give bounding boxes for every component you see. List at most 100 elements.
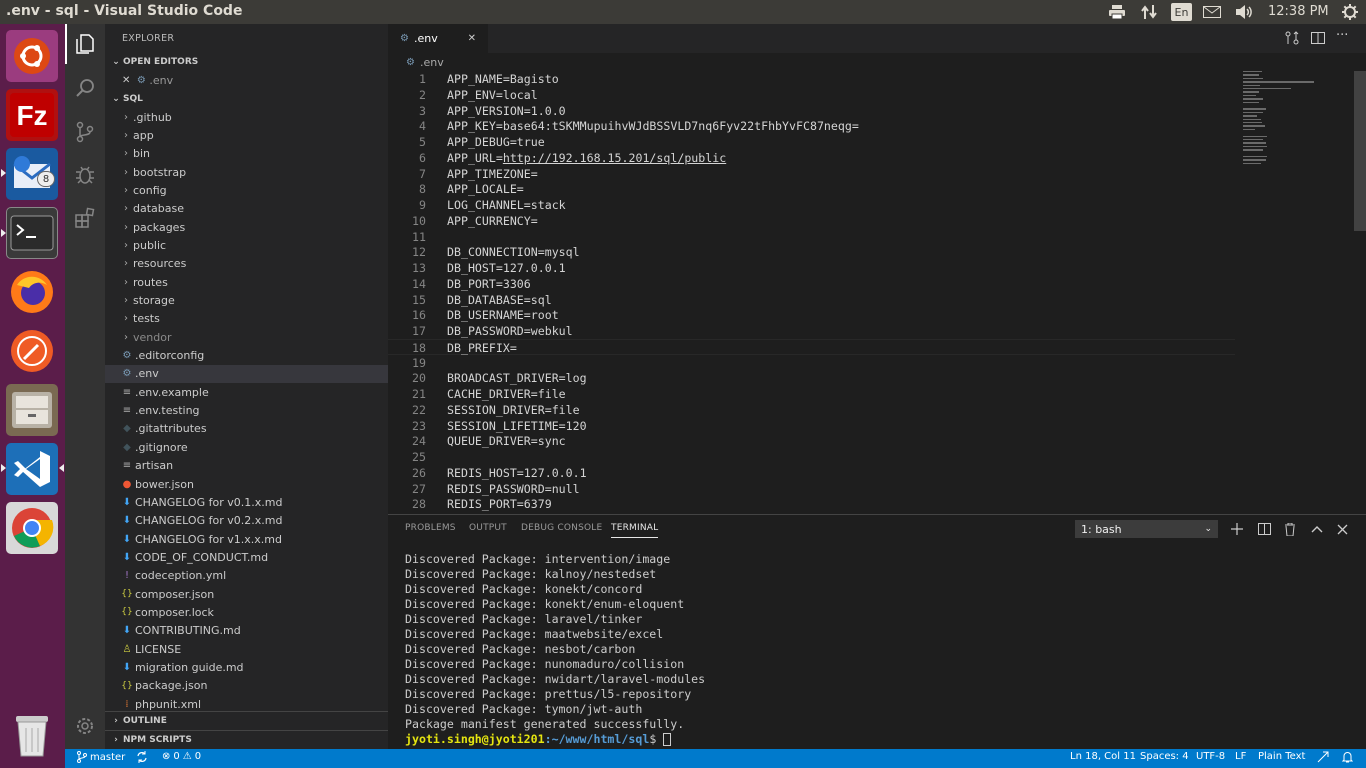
tree-file[interactable]: ◆ .gitattributes [105, 420, 388, 438]
open-editor-item[interactable]: ✕ ⚙ .env [105, 71, 388, 89]
tree-file[interactable]: ≡ artisan [105, 457, 388, 475]
tree-folder[interactable]: › routes [105, 273, 388, 291]
tree-file[interactable]: ⬇ migration guide.md [105, 659, 388, 677]
code-line[interactable]: 9 LOG_CHANNEL=stack [388, 197, 1235, 213]
more-actions-icon[interactable]: ··· [1336, 28, 1348, 43]
code-line[interactable]: 19 [388, 355, 1235, 371]
code-line[interactable]: 3 APP_VERSION=1.0.0 [388, 103, 1235, 119]
tree-folder[interactable]: › public [105, 236, 388, 254]
problems-status[interactable]: ⊗ 0 ⚠ 0 [162, 751, 201, 762]
terminal-icon[interactable] [6, 207, 58, 259]
chrome-icon[interactable] [6, 502, 58, 554]
tree-file[interactable]: ≡ .env.testing [105, 402, 388, 420]
close-panel-icon[interactable] [1333, 520, 1351, 538]
kill-terminal-icon[interactable] [1281, 520, 1299, 538]
code-line[interactable]: 10 APP_CURRENCY= [388, 213, 1235, 229]
transfer-icon[interactable] [1139, 2, 1159, 22]
power-gear-icon[interactable] [1340, 2, 1360, 22]
tree-file[interactable]: ⬇ CHANGELOG for v0.1.x.md [105, 493, 388, 511]
language-mode[interactable]: Plain Text [1258, 751, 1305, 762]
close-icon[interactable]: ✕ [122, 75, 130, 86]
mail-icon[interactable] [1202, 2, 1222, 22]
split-editor-icon[interactable] [1310, 30, 1326, 46]
tree-file[interactable]: ≡ .env.example [105, 383, 388, 401]
code-line[interactable]: 2 APP_ENV=local [388, 87, 1235, 103]
tab-debug-console[interactable]: DEBUG CONSOLE [521, 523, 602, 533]
sync-icon[interactable] [136, 751, 148, 763]
folder-header-sql[interactable]: ⌄ SQL [105, 90, 388, 108]
explorer-icon[interactable] [65, 24, 105, 64]
tree-file[interactable]: ⚙ .env [105, 364, 388, 383]
tree-folder[interactable]: › packages [105, 218, 388, 236]
tree-folder[interactable]: › database [105, 200, 388, 218]
tree-file[interactable]: {} composer.json [105, 585, 388, 603]
code-line[interactable]: 27 REDIS_PASSWORD=null [388, 481, 1235, 497]
code-line[interactable]: 22 SESSION_DRIVER=file [388, 402, 1235, 418]
tab-output[interactable]: OUTPUT [469, 523, 507, 533]
tab-env[interactable]: ⚙ .env ✕ [388, 24, 488, 53]
url-link[interactable]: http://192.168.15.201/sql/public [503, 151, 726, 165]
source-control-icon[interactable] [65, 112, 105, 152]
tree-file[interactable]: ⬇ CHANGELOG for v1.x.x.md [105, 530, 388, 548]
open-editors-header[interactable]: ⌄ OPEN EDITORS [105, 53, 388, 71]
tree-folder[interactable]: › bin [105, 145, 388, 163]
file-manager-icon[interactable] [6, 384, 58, 436]
tab-problems[interactable]: PROBLEMS [405, 523, 456, 533]
extensions-icon[interactable] [65, 198, 105, 238]
close-tab-icon[interactable]: ✕ [468, 33, 476, 44]
encoding[interactable]: UTF-8 [1196, 751, 1225, 762]
outline-header[interactable]: › OUTLINE [105, 711, 388, 729]
code-line[interactable]: 21 CACHE_DRIVER=file [388, 386, 1235, 402]
code-line[interactable]: 15 DB_DATABASE=sql [388, 292, 1235, 308]
tree-folder[interactable]: › vendor [105, 328, 388, 346]
code-line[interactable]: 1 APP_NAME=Bagisto [388, 71, 1235, 87]
code-line[interactable]: 4 APP_KEY=base64:tSKMMupuihvWJdBSSVLD7nq6… [388, 118, 1235, 134]
settings-gear-icon[interactable] [65, 706, 105, 746]
code-line[interactable]: 8 APP_LOCALE= [388, 181, 1235, 197]
postman-icon[interactable] [6, 325, 58, 377]
code-line[interactable]: 5 APP_DEBUG=true [388, 134, 1235, 150]
code-line[interactable]: 18 DB_PREFIX= [388, 338, 1235, 355]
open-changes-icon[interactable] [1284, 30, 1300, 46]
tree-file[interactable]: ◆ .gitignore [105, 438, 388, 456]
tree-file[interactable]: ⚙ .editorconfig [105, 347, 388, 365]
firefox-icon[interactable] [6, 266, 58, 318]
printer-icon[interactable] [1107, 2, 1127, 22]
code-line[interactable]: 28 REDIS_PORT=6379 [388, 496, 1235, 512]
end-of-line[interactable]: LF [1235, 751, 1246, 762]
filezilla-icon[interactable]: Fz [6, 89, 58, 141]
tree-folder[interactable]: › tests [105, 310, 388, 328]
feedback-icon[interactable] [1317, 751, 1329, 763]
branch-status[interactable]: master [77, 751, 125, 763]
notifications-icon[interactable] [1342, 751, 1353, 763]
code-line[interactable]: 7 APP_TIMEZONE= [388, 166, 1235, 182]
tree-file[interactable]: ● bower.json [105, 475, 388, 493]
npm-scripts-header[interactable]: › NPM SCRIPTS [105, 730, 388, 748]
terminal-output[interactable]: Discovered Package: intervention/image Di… [405, 552, 1355, 747]
tree-folder[interactable]: › .github [105, 108, 388, 126]
tree-file[interactable]: ⬇ CODE_OF_CONDUCT.md [105, 548, 388, 566]
code-line[interactable]: 17 DB_PASSWORD=webkul [388, 323, 1235, 339]
tree-folder[interactable]: › app [105, 126, 388, 144]
tree-folder[interactable]: › bootstrap [105, 163, 388, 181]
code-line[interactable]: 23 SESSION_LIFETIME=120 [388, 418, 1235, 434]
code-line[interactable]: 12 DB_CONNECTION=mysql [388, 244, 1235, 260]
tree-folder[interactable]: › config [105, 181, 388, 199]
code-line[interactable]: 20 BROADCAST_DRIVER=log [388, 370, 1235, 386]
tab-terminal[interactable]: TERMINAL [611, 523, 659, 538]
trash-icon[interactable] [6, 710, 58, 762]
ubuntu-software-icon[interactable] [6, 30, 58, 82]
code-line[interactable]: 25 [388, 449, 1235, 465]
terminal-prompt[interactable]: jyoti.singh@jyoti201:~/www/html/sql$ [405, 732, 1355, 747]
tree-folder[interactable]: › resources [105, 255, 388, 273]
minimap[interactable] [1235, 71, 1366, 514]
code-line[interactable]: 6 APP_URL=http://192.168.15.201/sql/publi… [388, 150, 1235, 166]
vscode-icon[interactable] [6, 443, 58, 495]
tree-folder[interactable]: › storage [105, 292, 388, 310]
new-terminal-icon[interactable] [1228, 520, 1246, 538]
tree-file[interactable]: ⬇ CONTRIBUTING.md [105, 622, 388, 640]
terminal-select[interactable]: 1: bash ⌄ [1075, 520, 1218, 538]
code-line[interactable]: 11 [388, 229, 1235, 245]
split-terminal-icon[interactable] [1255, 520, 1273, 538]
code-line[interactable]: 16 DB_USERNAME=root [388, 307, 1235, 323]
